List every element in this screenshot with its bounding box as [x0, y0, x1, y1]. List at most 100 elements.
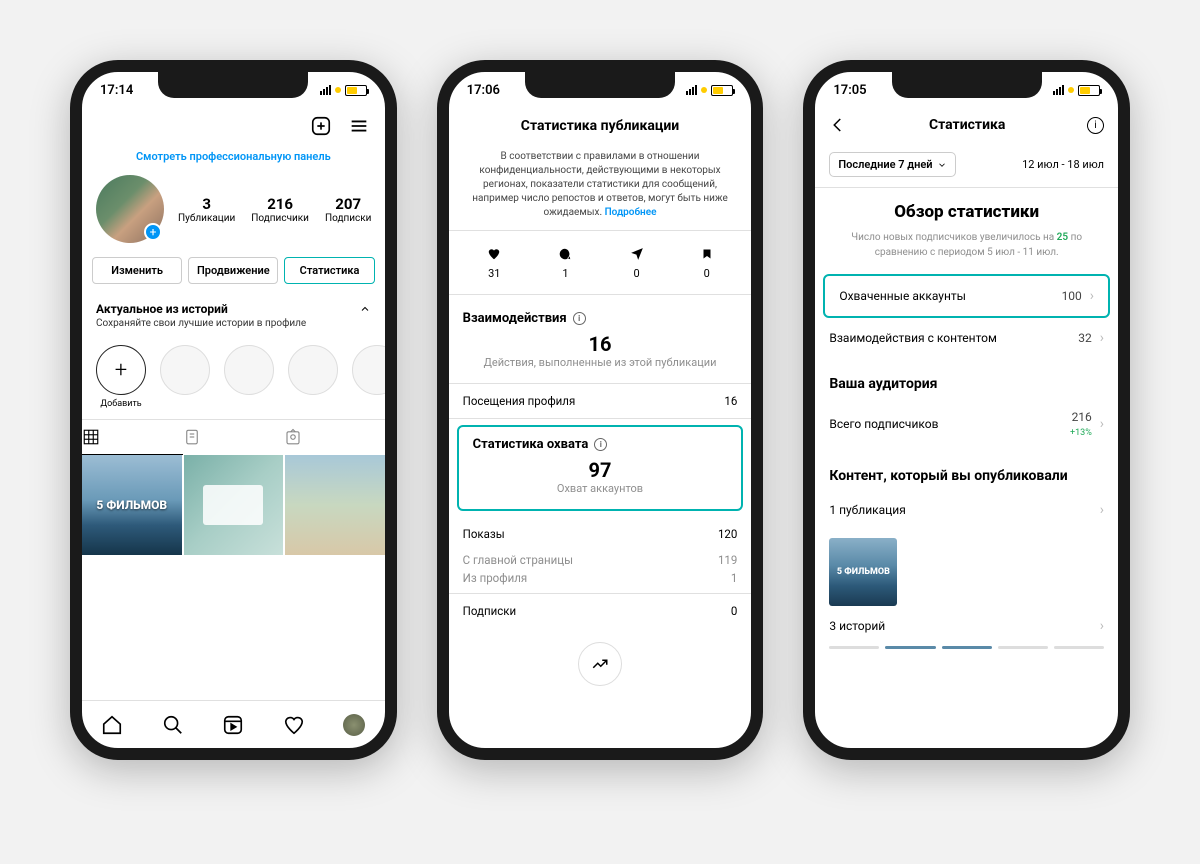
- nav-search[interactable]: [162, 714, 184, 736]
- stat-posts-label: Публикации: [178, 213, 235, 224]
- overview-screen: Статистика i Последние 7 дней 12 июл - 1…: [815, 108, 1118, 748]
- notch: [158, 72, 308, 98]
- phone-profile: 17:14 Смотреть профессиональную панель +…: [70, 60, 397, 760]
- post-insights-screen: Статистика публикации В соответствии с п…: [449, 108, 752, 748]
- reels-icon: [222, 714, 244, 736]
- chevron-right-icon: ›: [1100, 330, 1104, 346]
- stories-count-row[interactable]: 3 историй ›: [815, 614, 1118, 646]
- learn-more-link[interactable]: Подробнее: [605, 207, 657, 218]
- reached-accounts-row[interactable]: Охваченные аккаунты 100 ›: [825, 276, 1108, 316]
- reach-sub: Охват аккаунтов: [459, 482, 742, 495]
- nav-reels[interactable]: [222, 714, 244, 736]
- post-thumb-2[interactable]: [184, 455, 284, 555]
- likes-count: 31: [487, 245, 501, 280]
- story-placeholder: [160, 345, 210, 409]
- total-followers-row[interactable]: Всего подписчиков 216 +13% ›: [815, 398, 1118, 450]
- chevron-left-icon: [829, 116, 847, 134]
- search-icon: [162, 714, 184, 736]
- content-thumb[interactable]: 5 ФИЛЬМОВ: [829, 538, 897, 606]
- highlights-title: Актуальное из историй: [96, 302, 228, 316]
- stat-following[interactable]: 207 Подписки: [325, 195, 371, 224]
- signal-icon: [686, 85, 697, 95]
- highlights-toggle-icon[interactable]: [359, 303, 371, 315]
- trend-icon: [591, 655, 609, 673]
- nav-home[interactable]: [101, 714, 123, 736]
- back-button[interactable]: [829, 116, 847, 134]
- battery-icon: [345, 85, 367, 96]
- stat-posts[interactable]: 3 Публикации: [178, 195, 235, 224]
- chevron-right-icon: ›: [1090, 288, 1094, 304]
- menu-button[interactable]: [347, 114, 371, 138]
- info-icon[interactable]: i: [573, 312, 586, 325]
- chevron-right-icon: ›: [1100, 502, 1104, 518]
- post-thumb-1[interactable]: 5 ФИЛЬМОВ: [82, 455, 182, 555]
- chevron-right-icon: ›: [1100, 618, 1104, 634]
- stat-posts-value: 3: [178, 195, 235, 213]
- info-icon: i: [1087, 117, 1104, 134]
- reach-header: Статистика охвата i: [459, 427, 742, 458]
- share-icon: [630, 245, 644, 263]
- tab-grid[interactable]: [82, 420, 183, 455]
- create-post-button[interactable]: [309, 114, 333, 138]
- grid-icon: [82, 428, 100, 446]
- info-button[interactable]: i: [1087, 117, 1104, 134]
- overview-note: Число новых подписчиков увеличилось на 2…: [815, 230, 1118, 274]
- status-time: 17:14: [100, 83, 133, 98]
- story-placeholder: [352, 345, 397, 409]
- wifi-dot-icon: [701, 87, 707, 93]
- pro-panel-link[interactable]: Смотреть профессиональную панель: [82, 144, 385, 175]
- story-placeholder: [224, 345, 274, 409]
- interactions-header: Взаимодействия i: [449, 295, 752, 332]
- signal-icon: [320, 85, 331, 95]
- tagged-icon: [284, 428, 302, 446]
- promote-fab[interactable]: [578, 642, 622, 686]
- status-time: 17:06: [467, 83, 500, 98]
- tab-tagged[interactable]: [284, 420, 385, 455]
- notch: [892, 72, 1042, 98]
- interactions-value: 16: [449, 332, 752, 356]
- content-header: Контент, который вы опубликовали: [815, 450, 1118, 490]
- privacy-note: В соответствии с правилами в отношении к…: [449, 144, 752, 231]
- total-followers-delta: +13%: [1070, 428, 1092, 438]
- status-icons: [320, 85, 367, 96]
- edit-profile-button[interactable]: Изменить: [92, 257, 182, 284]
- notch: [525, 72, 675, 98]
- post-thumb-3[interactable]: [285, 455, 385, 555]
- promote-button[interactable]: Продвижение: [188, 257, 278, 284]
- from-home-row: С главной страницы 119: [449, 551, 752, 569]
- avatar[interactable]: +: [96, 175, 164, 243]
- heart-icon: [283, 714, 305, 736]
- signal-icon: [1053, 85, 1064, 95]
- status-icons: [1053, 85, 1100, 96]
- add-story-badge[interactable]: +: [144, 223, 162, 241]
- highlights-subtitle: Сохраняйте свои лучшие истории в профиле: [82, 318, 385, 339]
- overview-title: Обзор статистики: [815, 188, 1118, 230]
- phone-overview: 17:05 Статистика i Последние 7 дней 12 и…: [803, 60, 1130, 760]
- stat-followers[interactable]: 216 Подписчики: [251, 195, 309, 224]
- shares-count: 0: [630, 245, 644, 280]
- period-selector[interactable]: Последние 7 дней: [829, 152, 955, 177]
- nav-activity[interactable]: [283, 714, 305, 736]
- story-add[interactable]: + Добавить: [96, 345, 146, 409]
- content-interactions-row[interactable]: Взаимодействия с контентом 32 ›: [815, 318, 1118, 358]
- comments-count: 1: [558, 245, 572, 280]
- interactions-sub: Действия, выполненные из этой публикации: [449, 356, 752, 369]
- profile-visits-row: Посещения профиля 16: [449, 384, 752, 418]
- heart-icon: [487, 245, 501, 263]
- period-range: 12 июл - 18 июл: [1022, 158, 1104, 171]
- info-icon[interactable]: i: [594, 438, 607, 451]
- story-progress-bars: [815, 646, 1118, 657]
- post-thumb-1-text: 5 ФИЛЬМОВ: [96, 498, 167, 512]
- plus-icon: +: [96, 345, 146, 395]
- nav-profile[interactable]: [343, 714, 365, 736]
- chevron-down-icon: [937, 160, 947, 170]
- statistics-button[interactable]: Статистика: [284, 257, 374, 284]
- tab-guides[interactable]: [183, 420, 284, 455]
- bookmark-icon: [701, 245, 713, 263]
- story-placeholder: [288, 345, 338, 409]
- screen-title: Статистика публикации: [449, 108, 752, 144]
- avatar-small-icon: [343, 714, 365, 736]
- reach-value: 97: [459, 458, 742, 482]
- posts-count-row[interactable]: 1 публикация ›: [815, 490, 1118, 530]
- stat-following-value: 207: [325, 195, 371, 213]
